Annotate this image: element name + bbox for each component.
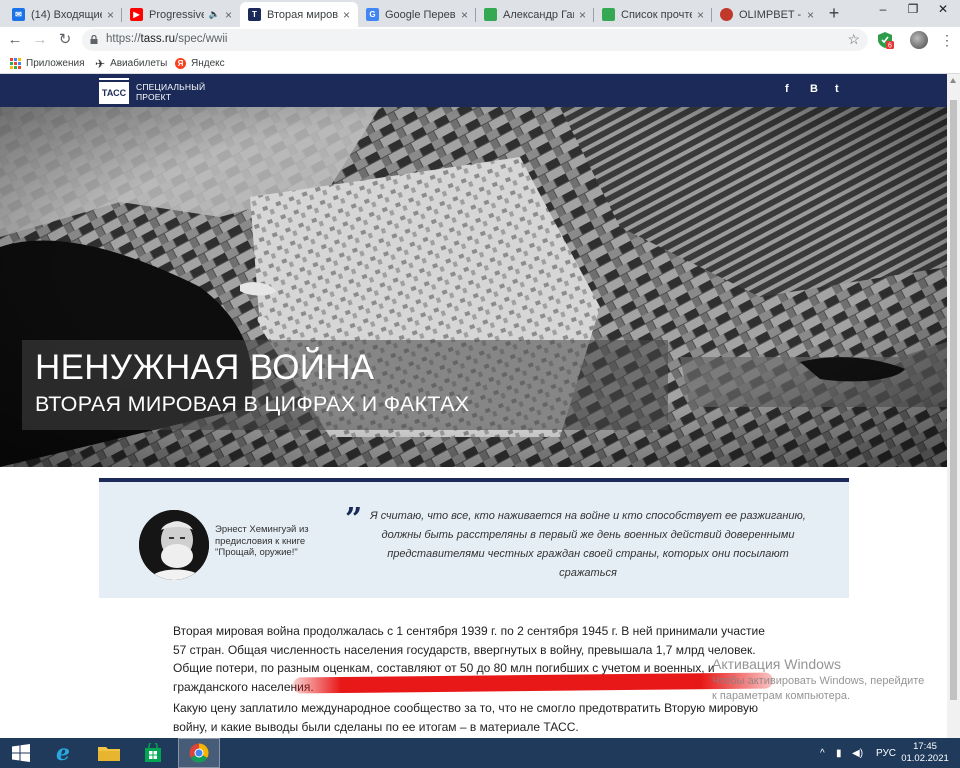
extension-shield-icon[interactable]: 6 bbox=[876, 31, 894, 50]
windows-taskbar: e ^ ▮ ◀) РУС 17:45 01.02.2021 bbox=[0, 738, 960, 768]
tray-network-icon[interactable]: ▮ bbox=[836, 738, 842, 768]
plane-icon: ✈ bbox=[95, 56, 106, 71]
twitter-icon[interactable]: t bbox=[835, 83, 839, 95]
bookmark-star-icon[interactable]: ☆ bbox=[847, 31, 860, 48]
hemingway-portrait bbox=[139, 510, 209, 580]
quote-text: Я считаю, что все, кто наживается на вой… bbox=[370, 510, 806, 579]
page-subtitle: ВТОРАЯ МИРОВАЯ В ЦИФРАХ И ФАКТАХ bbox=[35, 392, 470, 416]
tab-youtube[interactable]: ▶ Progressive T 🔈 × bbox=[122, 2, 240, 27]
special-project-label: СПЕЦИАЛЬНЫЙ ПРОЕКТ bbox=[136, 82, 206, 102]
close-icon[interactable]: × bbox=[579, 8, 586, 22]
browser-menu-icon[interactable]: ⋮ bbox=[938, 31, 956, 49]
vk-icon[interactable]: В bbox=[810, 83, 818, 95]
tab-olimpbet[interactable]: OLIMPBET - Спо × bbox=[712, 2, 822, 27]
back-button[interactable]: ← bbox=[5, 30, 25, 50]
close-icon[interactable]: × bbox=[697, 8, 704, 22]
windows-activation-text: Чтобы активировать Windows, перейдите к … bbox=[712, 675, 925, 702]
lock-icon bbox=[90, 35, 98, 44]
page-viewport: ТАСС СПЕЦИАЛЬНЫЙ ПРОЕКТ f В t НЕНУЖНАЯ В… bbox=[0, 74, 947, 738]
close-icon[interactable]: × bbox=[107, 8, 114, 22]
system-clock[interactable]: 17:45 01.02.2021 bbox=[900, 741, 950, 765]
browser-toolbar: ← → ↻ https://tass.ru/spec/wwii ☆ 6 ⋮ bbox=[0, 27, 960, 53]
hero-banner: НЕНУЖНАЯ ВОЙНА ВТОРАЯ МИРОВАЯ В ЦИФРАХ И… bbox=[0, 107, 947, 467]
start-button[interactable] bbox=[0, 738, 42, 768]
close-icon[interactable]: × bbox=[807, 8, 814, 22]
hero-title-box: НЕНУЖНАЯ ВОЙНА ВТОРАЯ МИРОВАЯ В ЦИФРАХ И… bbox=[22, 340, 668, 430]
apps-grid-icon bbox=[10, 58, 21, 69]
epigraph-block: Эрнест Хемингуэй из предисловия к книге … bbox=[99, 478, 849, 598]
tab-tass[interactable]: Т Вторая мировая × bbox=[240, 2, 358, 27]
mail-icon: ✉ bbox=[12, 8, 25, 21]
scroll-up-arrow-icon[interactable] bbox=[950, 78, 956, 83]
file-explorer-icon[interactable] bbox=[88, 738, 130, 768]
tass-logo[interactable]: ТАСС bbox=[99, 82, 129, 104]
tray-chevron-icon[interactable]: ^ bbox=[820, 738, 825, 768]
tab-sheet-2[interactable]: Список прочтен × bbox=[594, 2, 712, 27]
extension-badge: 6 bbox=[888, 43, 892, 50]
speaker-icon[interactable]: 🔈 bbox=[209, 9, 220, 20]
store-icon[interactable] bbox=[132, 738, 174, 768]
site-header: ТАСС СПЕЦИАЛЬНЫЙ ПРОЕКТ f В t bbox=[0, 74, 947, 107]
ie-icon[interactable]: e bbox=[42, 738, 84, 768]
windows-logo-icon bbox=[12, 744, 30, 762]
article-paragraph-2: Какую цену заплатило международное сообщ… bbox=[173, 701, 759, 734]
yandex-icon: Я bbox=[175, 58, 186, 69]
page-title: НЕНУЖНАЯ ВОЙНА bbox=[35, 348, 375, 387]
tab-translate[interactable]: G Google Перевод × bbox=[358, 2, 476, 27]
bookmark-apps[interactable]: Приложения bbox=[10, 56, 85, 71]
reload-button[interactable]: ↻ bbox=[55, 30, 75, 50]
tab-gmail[interactable]: ✉ (14) Входящие - × bbox=[4, 2, 122, 27]
tab-sheet-1[interactable]: Александр Гаши × bbox=[476, 2, 594, 27]
new-tab-button[interactable]: + bbox=[824, 3, 844, 23]
tray-volume-icon[interactable]: ◀) bbox=[852, 738, 863, 768]
tass-icon: Т bbox=[248, 8, 261, 21]
windows-activation-title: Активация Windows bbox=[712, 656, 842, 672]
quote-attribution: Эрнест Хемингуэй из предисловия к книге … bbox=[215, 524, 309, 558]
page-scrollbar[interactable] bbox=[947, 74, 960, 738]
chrome-icon[interactable] bbox=[178, 738, 220, 768]
close-icon[interactable]: × bbox=[343, 8, 350, 22]
translate-icon: G bbox=[366, 8, 379, 21]
close-icon[interactable]: × bbox=[225, 8, 232, 22]
facebook-icon[interactable]: f bbox=[785, 83, 789, 95]
sheet-icon bbox=[602, 8, 615, 21]
sheet-icon bbox=[484, 8, 497, 21]
forward-button[interactable]: → bbox=[30, 30, 50, 50]
quote-mark-icon: ” bbox=[345, 502, 363, 537]
bookmarks-bar: Приложения ✈ Авиабилеты Я Яндекс bbox=[0, 53, 960, 74]
profile-avatar[interactable] bbox=[910, 31, 928, 49]
minimize-button[interactable]: – bbox=[868, 0, 898, 20]
bookmark-avia[interactable]: ✈ Авиабилеты bbox=[95, 56, 167, 71]
scroll-thumb[interactable] bbox=[950, 100, 957, 700]
input-language[interactable]: РУС bbox=[876, 738, 896, 768]
tab-strip: ✉ (14) Входящие - × ▶ Progressive T 🔈 × … bbox=[0, 0, 960, 27]
youtube-icon: ▶ bbox=[130, 8, 143, 21]
bookmark-yandex[interactable]: Я Яндекс bbox=[175, 56, 225, 71]
restore-button[interactable]: ❐ bbox=[898, 0, 928, 20]
close-window-button[interactable]: ✕ bbox=[928, 0, 958, 20]
olimp-icon bbox=[720, 8, 733, 21]
url-text: https://tass.ru/spec/wwii bbox=[106, 33, 228, 45]
address-bar[interactable]: https://tass.ru/spec/wwii ☆ bbox=[82, 29, 868, 51]
close-icon[interactable]: × bbox=[461, 8, 468, 22]
